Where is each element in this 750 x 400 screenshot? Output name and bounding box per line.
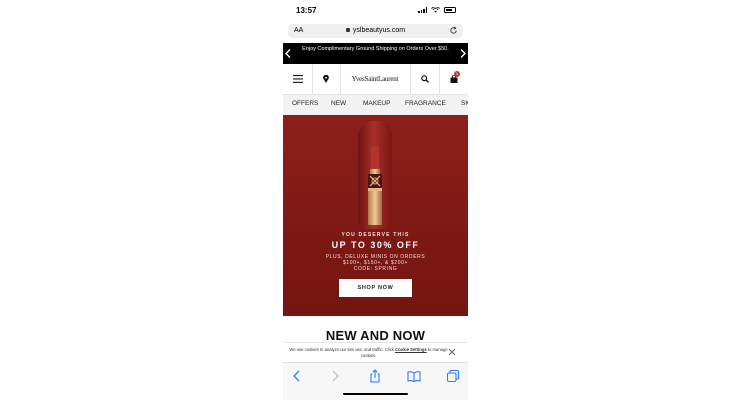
reload-icon[interactable] xyxy=(449,26,458,35)
nav-item-offers[interactable]: OFFERS xyxy=(292,100,318,107)
nav-item-new[interactable]: NEW xyxy=(331,100,346,107)
home-indicator[interactable] xyxy=(343,393,408,395)
hero-description: PLUS, DELUXE MINIS ON ORDERS $100+, $150… xyxy=(313,254,438,272)
tabs-icon[interactable] xyxy=(446,369,460,383)
category-nav: OFFERS NEW MAKEUP FRAGRANCE SK xyxy=(283,95,468,115)
back-icon[interactable] xyxy=(290,369,304,383)
search-button[interactable] xyxy=(410,64,440,94)
url-field[interactable]: yslbeautyus.com xyxy=(288,27,463,34)
cart-button[interactable]: 1 xyxy=(439,64,468,94)
promo-text: Enjoy Complimentary Ground Shipping on O… xyxy=(302,46,449,52)
location-pin-icon xyxy=(323,75,329,83)
nav-item-fragrance[interactable]: FRAGRANCE xyxy=(405,100,446,107)
hero-title: UP TO 30% OFF xyxy=(331,240,420,250)
menu-button[interactable] xyxy=(283,64,313,94)
forward-icon[interactable] xyxy=(328,369,342,383)
status-icons xyxy=(418,7,456,13)
section-title: NEW AND NOW xyxy=(325,328,426,343)
address-bar[interactable]: AA yslbeautyus.com xyxy=(288,24,463,38)
battery-icon xyxy=(444,7,456,13)
hero-kicker: YOU DESERVE THIS xyxy=(341,232,410,238)
cookie-settings-link[interactable]: Cookie Settings xyxy=(395,347,427,352)
cart-count-badge: 1 xyxy=(454,71,460,77)
lipstick-product-image xyxy=(368,145,382,225)
hero-banner[interactable]: YOU DESERVE THIS UP TO 30% OFF PLUS, DEL… xyxy=(283,115,468,316)
store-locator-button[interactable] xyxy=(312,64,341,94)
phone-screen: 13:57 AA yslbeautyus.com Enjoy Complimen… xyxy=(283,0,468,400)
search-icon xyxy=(420,75,429,83)
signal-icon xyxy=(418,7,427,13)
status-bar: 13:57 xyxy=(283,0,468,22)
hamburger-icon xyxy=(292,75,303,83)
promo-banner: Enjoy Complimentary Ground Shipping on O… xyxy=(283,43,468,64)
url-text: yslbeautyus.com xyxy=(352,27,406,34)
chevron-left-icon[interactable] xyxy=(285,49,291,58)
wifi-icon xyxy=(431,7,440,13)
status-time: 13:57 xyxy=(296,6,317,15)
brand-logo[interactable]: YvesSaintLaurent xyxy=(340,64,411,94)
nav-item-skincare[interactable]: SK xyxy=(461,100,468,107)
site-header: YvesSaintLaurent 1 xyxy=(283,64,468,95)
lock-icon xyxy=(345,28,350,33)
cookie-message: We use cookies to analyze our site use, … xyxy=(289,347,448,359)
hero-description-line: CODE: SPRING xyxy=(353,266,398,272)
close-icon[interactable] xyxy=(448,348,456,356)
shop-now-button[interactable]: SHOP NOW xyxy=(339,279,412,297)
chevron-right-icon[interactable] xyxy=(460,49,466,58)
logo-text: YvesSaintLaurent xyxy=(351,75,399,83)
share-icon[interactable] xyxy=(368,369,382,383)
nav-item-makeup[interactable]: MAKEUP xyxy=(363,100,390,107)
bookmarks-icon[interactable] xyxy=(407,369,421,383)
cookie-banner: We use cookies to analyze our site use, … xyxy=(283,342,468,363)
cookie-text: We use cookies to analyze our site use, … xyxy=(289,347,396,352)
